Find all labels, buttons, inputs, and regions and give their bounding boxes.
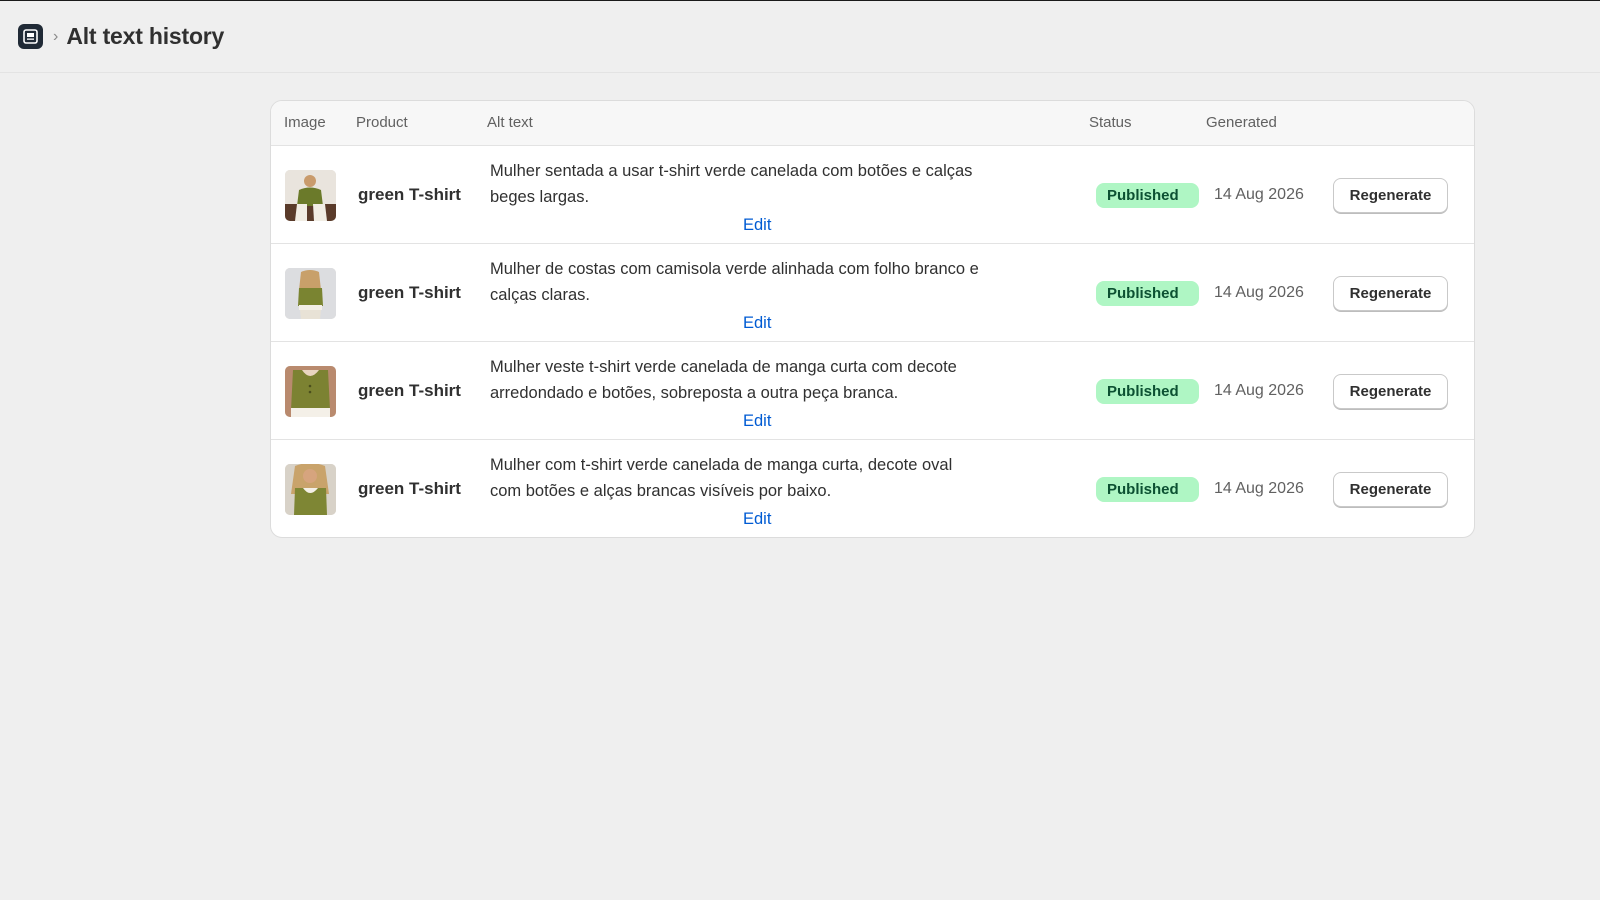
alt-text-line: calças claras.	[490, 286, 590, 304]
product-name[interactable]: green T-shirt	[358, 283, 461, 303]
status-badge: Published	[1096, 183, 1199, 208]
product-thumbnail	[285, 268, 336, 319]
alt-text-line: Mulher sentada a usar t-shirt verde cane…	[490, 162, 973, 180]
generated-date: 14 Aug 2026	[1214, 284, 1304, 301]
breadcrumb-chevron-icon: ›	[53, 27, 59, 45]
table-header: Image Product Alt text Status Generated	[271, 101, 1474, 146]
column-header-image: Image	[284, 114, 326, 131]
regenerate-button[interactable]: Regenerate	[1333, 178, 1448, 213]
alt-text: Mulher de costas com camisola verde alin…	[490, 256, 1030, 308]
table-row: green T-shirt Mulher com t-shirt verde c…	[271, 440, 1474, 537]
regenerate-button[interactable]: Regenerate	[1333, 276, 1448, 311]
alt-text-line: Mulher com t-shirt verde canelada de man…	[490, 456, 953, 474]
table-row: green T-shirt Mulher de costas com camis…	[271, 244, 1474, 342]
edit-link[interactable]: Edit	[743, 510, 771, 529]
alt-text-line: beges largas.	[490, 188, 590, 206]
status-badge: Published	[1096, 379, 1199, 404]
alt-text: Mulher sentada a usar t-shirt verde cane…	[490, 158, 1030, 210]
product-thumbnail	[285, 366, 336, 417]
table-row: green T-shirt Mulher veste t-shirt verde…	[271, 342, 1474, 440]
status-badge: Published	[1096, 477, 1199, 502]
alt-text-line: Mulher de costas com camisola verde alin…	[490, 260, 979, 278]
product-name[interactable]: green T-shirt	[358, 479, 461, 499]
page-title: Alt text history	[66, 23, 225, 49]
alt-text-line: arredondado e botões, sobreposta a outra…	[490, 384, 899, 402]
alt-text: Mulher com t-shirt verde canelada de man…	[490, 452, 1030, 504]
generated-date: 14 Aug 2026	[1214, 480, 1304, 497]
page-header: › Alt text history	[0, 1, 1600, 73]
regenerate-button[interactable]: Regenerate	[1333, 374, 1448, 409]
product-name[interactable]: green T-shirt	[358, 381, 461, 401]
column-header-status: Status	[1089, 114, 1132, 131]
alt-text: Mulher veste t-shirt verde canelada de m…	[490, 354, 1030, 406]
product-thumbnail	[285, 464, 336, 515]
table-row: green T-shirt Mulher sentada a usar t-sh…	[271, 146, 1474, 244]
regenerate-button[interactable]: Regenerate	[1333, 472, 1448, 507]
alt-text-history-table: Image Product Alt text Status Generated …	[270, 100, 1475, 538]
edit-link[interactable]: Edit	[743, 314, 771, 333]
alt-text-line: Mulher veste t-shirt verde canelada de m…	[490, 358, 957, 376]
edit-link[interactable]: Edit	[743, 216, 771, 235]
status-badge: Published	[1096, 281, 1199, 306]
generated-date: 14 Aug 2026	[1214, 382, 1304, 399]
column-header-generated: Generated	[1206, 114, 1277, 131]
generated-date: 14 Aug 2026	[1214, 186, 1304, 203]
product-thumbnail	[285, 170, 336, 221]
app-image-icon[interactable]	[18, 24, 43, 49]
column-header-product: Product	[356, 114, 408, 131]
product-name[interactable]: green T-shirt	[358, 185, 461, 205]
column-header-alt-text: Alt text	[487, 114, 533, 131]
edit-link[interactable]: Edit	[743, 412, 771, 431]
alt-text-line: com botões e alças brancas visíveis por …	[490, 482, 832, 500]
